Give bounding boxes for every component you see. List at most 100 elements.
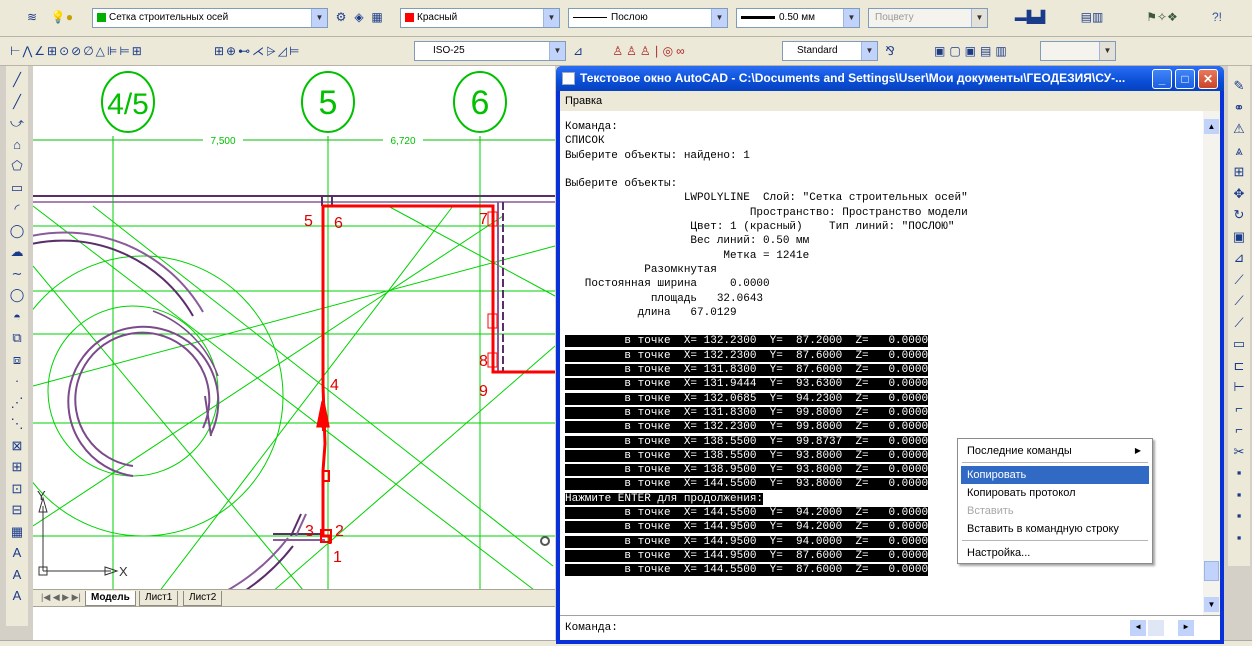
dimension-tools-icons[interactable]: ⊢⋀∠⊞⊙⊘∅△⊫⊨⊞ <box>10 43 206 59</box>
modify-tool-icon[interactable]: ⟋ <box>1231 272 1247 288</box>
text-window-titlebar[interactable]: Текстовое окно AutoCAD - C:\Documents an… <box>556 66 1224 91</box>
draw-tool-icon[interactable]: ⊟ <box>9 502 25 518</box>
tab-model[interactable]: Модель <box>85 591 136 606</box>
text-tools-icons[interactable]: ♙♙♙∣◎∞ <box>600 43 700 59</box>
menu-paste-to-cmdline[interactable]: Вставить в командную строку <box>961 520 1149 538</box>
modify-tool-icon[interactable]: ⩓ <box>1231 143 1247 159</box>
linetype-dropdown-arrow[interactable]: ▼ <box>711 9 727 27</box>
draw-tool-icon[interactable]: · <box>9 373 25 389</box>
textstyle-dropdown-arrow[interactable]: ▼ <box>861 42 877 60</box>
modify-tool-icon[interactable]: ⟋ <box>1231 293 1247 309</box>
draw-tool-icon[interactable]: ▭ <box>9 180 25 196</box>
draw-tool-icon[interactable]: ⊞ <box>9 459 25 475</box>
draw-tool-icon[interactable]: ⤻ <box>9 115 25 131</box>
make-current-icon[interactable]: ⚙ <box>333 9 349 25</box>
menu-copy-history[interactable]: Копировать протокол <box>961 484 1149 502</box>
help-icon[interactable]: ?! <box>1203 9 1231 25</box>
draw-tool-icon[interactable]: ⌂ <box>9 137 25 153</box>
lineweight-dropdown-arrow[interactable]: ▼ <box>843 9 859 27</box>
menu-options[interactable]: Настройка... <box>961 544 1149 562</box>
hscroll-left[interactable]: ◀ <box>1130 620 1146 636</box>
dimstyle-dropdown-arrow[interactable]: ▼ <box>549 42 565 60</box>
modify-tool-icon[interactable]: ✥ <box>1231 186 1247 202</box>
text-window-input[interactable]: Команда: ◀ ▶ <box>560 615 1220 640</box>
layer-manager-icon[interactable]: ≋ <box>24 9 40 25</box>
zoom-realtime-icon[interactable]: ▬▙▟ <box>1000 9 1060 25</box>
modify-tool-icon[interactable]: ▪ <box>1231 508 1247 524</box>
tab-layout1[interactable]: Лист1 <box>139 591 179 606</box>
textstyle-select[interactable]: Standard ▼ <box>782 41 878 61</box>
modify-tool-icon[interactable]: ⟋ <box>1231 315 1247 331</box>
modify-tool-icon[interactable]: ▣ <box>1231 229 1247 245</box>
menu-copy[interactable]: Копировать <box>961 466 1149 484</box>
color-select[interactable]: Красный ▼ <box>400 8 560 28</box>
textstyle-manager-icon[interactable]: ⅋ <box>882 43 898 59</box>
draw-tool-icon[interactable]: ☁ <box>9 244 25 260</box>
tab-layout2[interactable]: Лист2 <box>183 591 223 606</box>
draw-tool-icon[interactable]: ⧉ <box>9 330 25 346</box>
hscroll-thumb[interactable] <box>1148 620 1164 636</box>
modify-tool-icon[interactable]: ▭ <box>1231 336 1247 352</box>
modify-tool-icon[interactable]: ↻ <box>1231 207 1247 223</box>
layer-select[interactable]: Сетка строительных осей ▼ <box>92 8 328 28</box>
properties-icon[interactable]: ▤▥ <box>1072 9 1112 25</box>
draw-tool-icon[interactable]: ╱ <box>9 94 25 110</box>
modify-tool-icon[interactable]: ✎ <box>1231 78 1247 94</box>
draw-tool-icon[interactable]: A <box>9 545 25 561</box>
axis-dimension-line <box>33 136 555 144</box>
modify-tool-icon[interactable]: ⊢ <box>1231 379 1247 395</box>
dimstyle-select[interactable]: ISO-25 ▼ <box>414 41 566 61</box>
minimize-button[interactable]: _ <box>1152 69 1172 89</box>
draw-tool-icon[interactable]: ◓ <box>9 309 25 325</box>
draw-tool-icon[interactable]: ◜ <box>9 201 25 217</box>
close-button[interactable]: ✕ <box>1198 69 1218 89</box>
modify-tool-icon[interactable]: ▪ <box>1231 487 1247 503</box>
tab-nav-arrows[interactable]: |◀ ◀ ▶ ▶| <box>41 592 81 603</box>
draw-tool-icon[interactable]: ∼ <box>9 266 25 282</box>
draw-tool-icon[interactable]: ◯ <box>9 287 25 303</box>
scroll-thumb[interactable] <box>1204 561 1219 581</box>
design-center-icon[interactable]: ⚑✧❖ <box>1130 9 1194 25</box>
vertical-scrollbar[interactable]: ▲ ▼ <box>1203 111 1220 615</box>
color-dropdown-arrow[interactable]: ▼ <box>543 9 559 27</box>
draw-tool-icon[interactable]: ⋱ <box>9 416 25 432</box>
menu-edit[interactable]: Правка <box>565 95 602 107</box>
layer-iso-icon[interactable]: ▦ <box>369 9 385 25</box>
draw-tool-icon[interactable]: A <box>9 567 25 583</box>
modify-tool-icon[interactable]: ⚠ <box>1231 121 1247 137</box>
modify-tool-icon[interactable]: ⊞ <box>1231 164 1247 180</box>
modify-tool-icon[interactable]: ⌐ <box>1231 401 1247 417</box>
layout-tools-icons[interactable]: ▣▢▣▤▥ <box>934 43 1030 59</box>
modify-tool-icon[interactable]: ⊿ <box>1231 250 1247 266</box>
menu-recent-label: Последние команды <box>967 445 1072 457</box>
dimstyle-manager-icon[interactable]: ⊿ <box>570 43 586 59</box>
draw-tool-icon[interactable]: ⊠ <box>9 438 25 454</box>
menu-recent-commands[interactable]: Последние команды ▶ <box>961 442 1149 460</box>
scroll-up-button[interactable]: ▲ <box>1204 119 1219 134</box>
draw-tool-icon[interactable]: ⊡ <box>9 481 25 497</box>
lineweight-select[interactable]: 0.50 мм ▼ <box>736 8 860 28</box>
command-line-area[interactable] <box>33 606 555 640</box>
draw-tool-icon[interactable]: ◯ <box>9 223 25 239</box>
drawing-canvas[interactable]: 4/5 5 6 7,500 6,720 1 2 3 4 5 6 7 8 9 Y … <box>33 66 555 626</box>
hscroll-right[interactable]: ▶ <box>1178 620 1194 636</box>
vertex-label: 1 <box>333 549 342 566</box>
modify-tool-icon[interactable]: ⌐ <box>1231 422 1247 438</box>
draw-tool-icon[interactable]: ▦ <box>9 524 25 540</box>
modify-tool-icon[interactable]: ⚭ <box>1231 100 1247 116</box>
draw-tool-icon[interactable]: A <box>9 588 25 604</box>
maximize-button[interactable]: □ <box>1175 69 1195 89</box>
linetype-select[interactable]: Послою ▼ <box>568 8 728 28</box>
draw-tool-icon[interactable]: ⋰ <box>9 395 25 411</box>
draw-tool-icon[interactable]: ⧈ <box>9 352 25 368</box>
modify-tool-icon[interactable]: ✂ <box>1231 444 1247 460</box>
draw-tool-icon[interactable]: ⬠ <box>9 158 25 174</box>
scroll-down-button[interactable]: ▼ <box>1204 597 1219 612</box>
dimension-edit-icons[interactable]: ⊞⊕⊷⋌⩥◿⊨ <box>214 43 394 59</box>
modify-tool-icon[interactable]: ▪ <box>1231 530 1247 546</box>
layer-dropdown-arrow[interactable]: ▼ <box>311 9 327 27</box>
draw-tool-icon[interactable]: ╱ <box>9 72 25 88</box>
layer-previous-icon[interactable]: ◈ <box>351 9 367 25</box>
modify-tool-icon[interactable]: ▪ <box>1231 465 1247 481</box>
modify-tool-icon[interactable]: ⊏ <box>1231 358 1247 374</box>
